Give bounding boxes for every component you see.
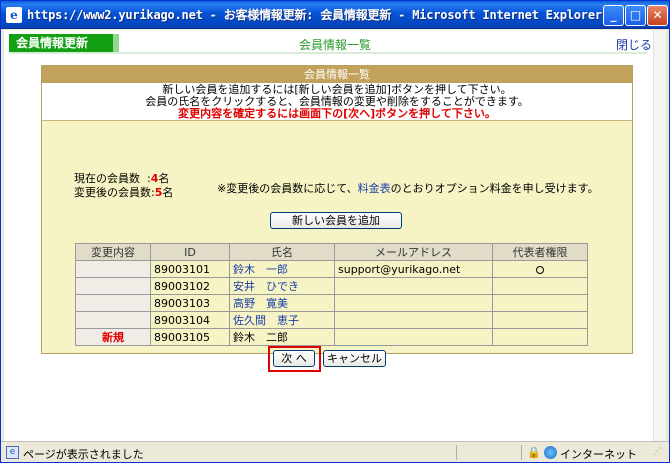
email-cell: support@yurikago.net — [334, 260, 493, 278]
id-cell: 89003102 — [150, 277, 230, 295]
page-done-icon: e — [6, 446, 19, 459]
browser-window: e https://www2.yurikago.net - お客様情報更新: 会… — [0, 0, 670, 463]
status-separator — [521, 445, 522, 460]
member-panel: 会員情報一覧 新しい会員を追加するには[新しい会員を追加]ボタンを押して下さい。… — [41, 65, 633, 372]
changed-count-unit: 名 — [162, 186, 174, 199]
next-button[interactable]: 次 へ — [273, 350, 315, 367]
page-title: 会員情報一覧 — [298, 38, 371, 52]
member-name-link[interactable]: 鈴木 一郎 — [229, 260, 335, 278]
column-header-id: ID — [150, 243, 230, 261]
member-table: 変更内容 ID 氏名 メールアドレス 代表者権限 89003101 鈴木 一郎 … — [75, 243, 588, 346]
table-row: 89003103 高野 寛美 — [75, 294, 588, 312]
representative-cell — [492, 294, 588, 312]
status-separator — [456, 445, 457, 460]
representative-cell — [492, 311, 588, 329]
changed-count-label: 変更後の会員数: — [74, 186, 155, 199]
option-fee-note: ※変更後の会員数に応じて、料金表のとおりオプション料金を申し受けます。 — [217, 180, 599, 196]
change-cell — [75, 260, 151, 278]
ie-logo-icon: e — [6, 7, 22, 23]
status-text: ページが表示されました — [23, 448, 144, 461]
option-note-suffix: のとおりオプション料金を申し受けます。 — [390, 182, 599, 195]
close-window-button[interactable]: ✕ — [647, 5, 668, 26]
minimize-button[interactable]: _ — [603, 5, 624, 26]
price-table-link[interactable]: 料金表 — [358, 182, 391, 195]
id-cell: 89003105 — [150, 328, 230, 346]
cancel-button[interactable]: キャンセル — [323, 350, 386, 367]
panel-title: 会員情報一覧 — [42, 66, 632, 83]
column-header-email: メールアドレス — [334, 243, 493, 261]
table-row: 89003101 鈴木 一郎 support@yurikago.net — [75, 260, 588, 278]
add-member-button[interactable]: 新しい会員を追加 — [270, 212, 402, 229]
column-header-change: 変更内容 — [75, 243, 151, 261]
vertical-scrollbar[interactable] — [653, 30, 666, 441]
representative-cell — [492, 260, 588, 278]
change-cell: 新規 — [75, 328, 151, 346]
member-name-link[interactable]: 佐久間 恵子 — [229, 311, 335, 329]
email-cell — [334, 328, 493, 346]
instruction-warning: 変更内容を確定するには画面下の[次へ]ボタンを押して下さい。 — [178, 107, 496, 120]
option-note-prefix: ※変更後の会員数に応じて、 — [217, 182, 358, 195]
representative-cell — [492, 277, 588, 295]
page-content: 会員情報更新 会員情報一覧 閉じる 会員情報一覧 新しい会員を追加するには[新し… — [4, 30, 666, 441]
email-cell — [334, 311, 493, 329]
id-cell: 89003103 — [150, 294, 230, 312]
instructions: 新しい会員を追加するには[新しい会員を追加]ボタンを押して下さい。 会員の氏名を… — [42, 83, 632, 121]
member-name-link[interactable]: 高野 寛美 — [229, 294, 335, 312]
window-title: https://www2.yurikago.net - お客様情報更新: 会員情… — [27, 8, 602, 22]
security-zone: インターネット — [560, 448, 637, 461]
change-cell — [75, 277, 151, 295]
title-bar[interactable]: e https://www2.yurikago.net - お客様情報更新: 会… — [1, 1, 669, 29]
representative-circle-icon — [536, 265, 544, 274]
maximize-button[interactable]: □ — [625, 5, 646, 26]
id-cell: 89003104 — [150, 311, 230, 329]
member-name-link[interactable]: 安井 ひでき — [229, 277, 335, 295]
email-cell — [334, 294, 493, 312]
table-header-row: 変更内容 ID 氏名 メールアドレス 代表者権限 — [75, 243, 588, 261]
table-row: 新規 89003105 鈴木 二郎 — [75, 328, 588, 346]
resize-grip-icon[interactable]: ⋰ — [653, 447, 665, 459]
change-cell — [75, 294, 151, 312]
email-cell — [334, 277, 493, 295]
internet-zone-icon — [544, 446, 557, 459]
lock-icon: 🔒 — [527, 446, 541, 459]
column-header-representative: 代表者権限 — [492, 243, 588, 261]
id-cell: 89003101 — [150, 260, 230, 278]
table-row: 89003102 安井 ひでき — [75, 277, 588, 295]
changed-count: 変更後の会員数:5名 — [74, 184, 173, 200]
member-name: 鈴木 二郎 — [229, 328, 335, 346]
status-bar: e ページが表示されました 🔒 インターネット ⋰ — [1, 441, 669, 462]
close-link[interactable]: 閉じる — [616, 36, 652, 53]
table-row: 89003104 佐久間 恵子 — [75, 311, 588, 329]
change-cell — [75, 311, 151, 329]
column-header-name: 氏名 — [229, 243, 335, 261]
representative-cell — [492, 328, 588, 346]
